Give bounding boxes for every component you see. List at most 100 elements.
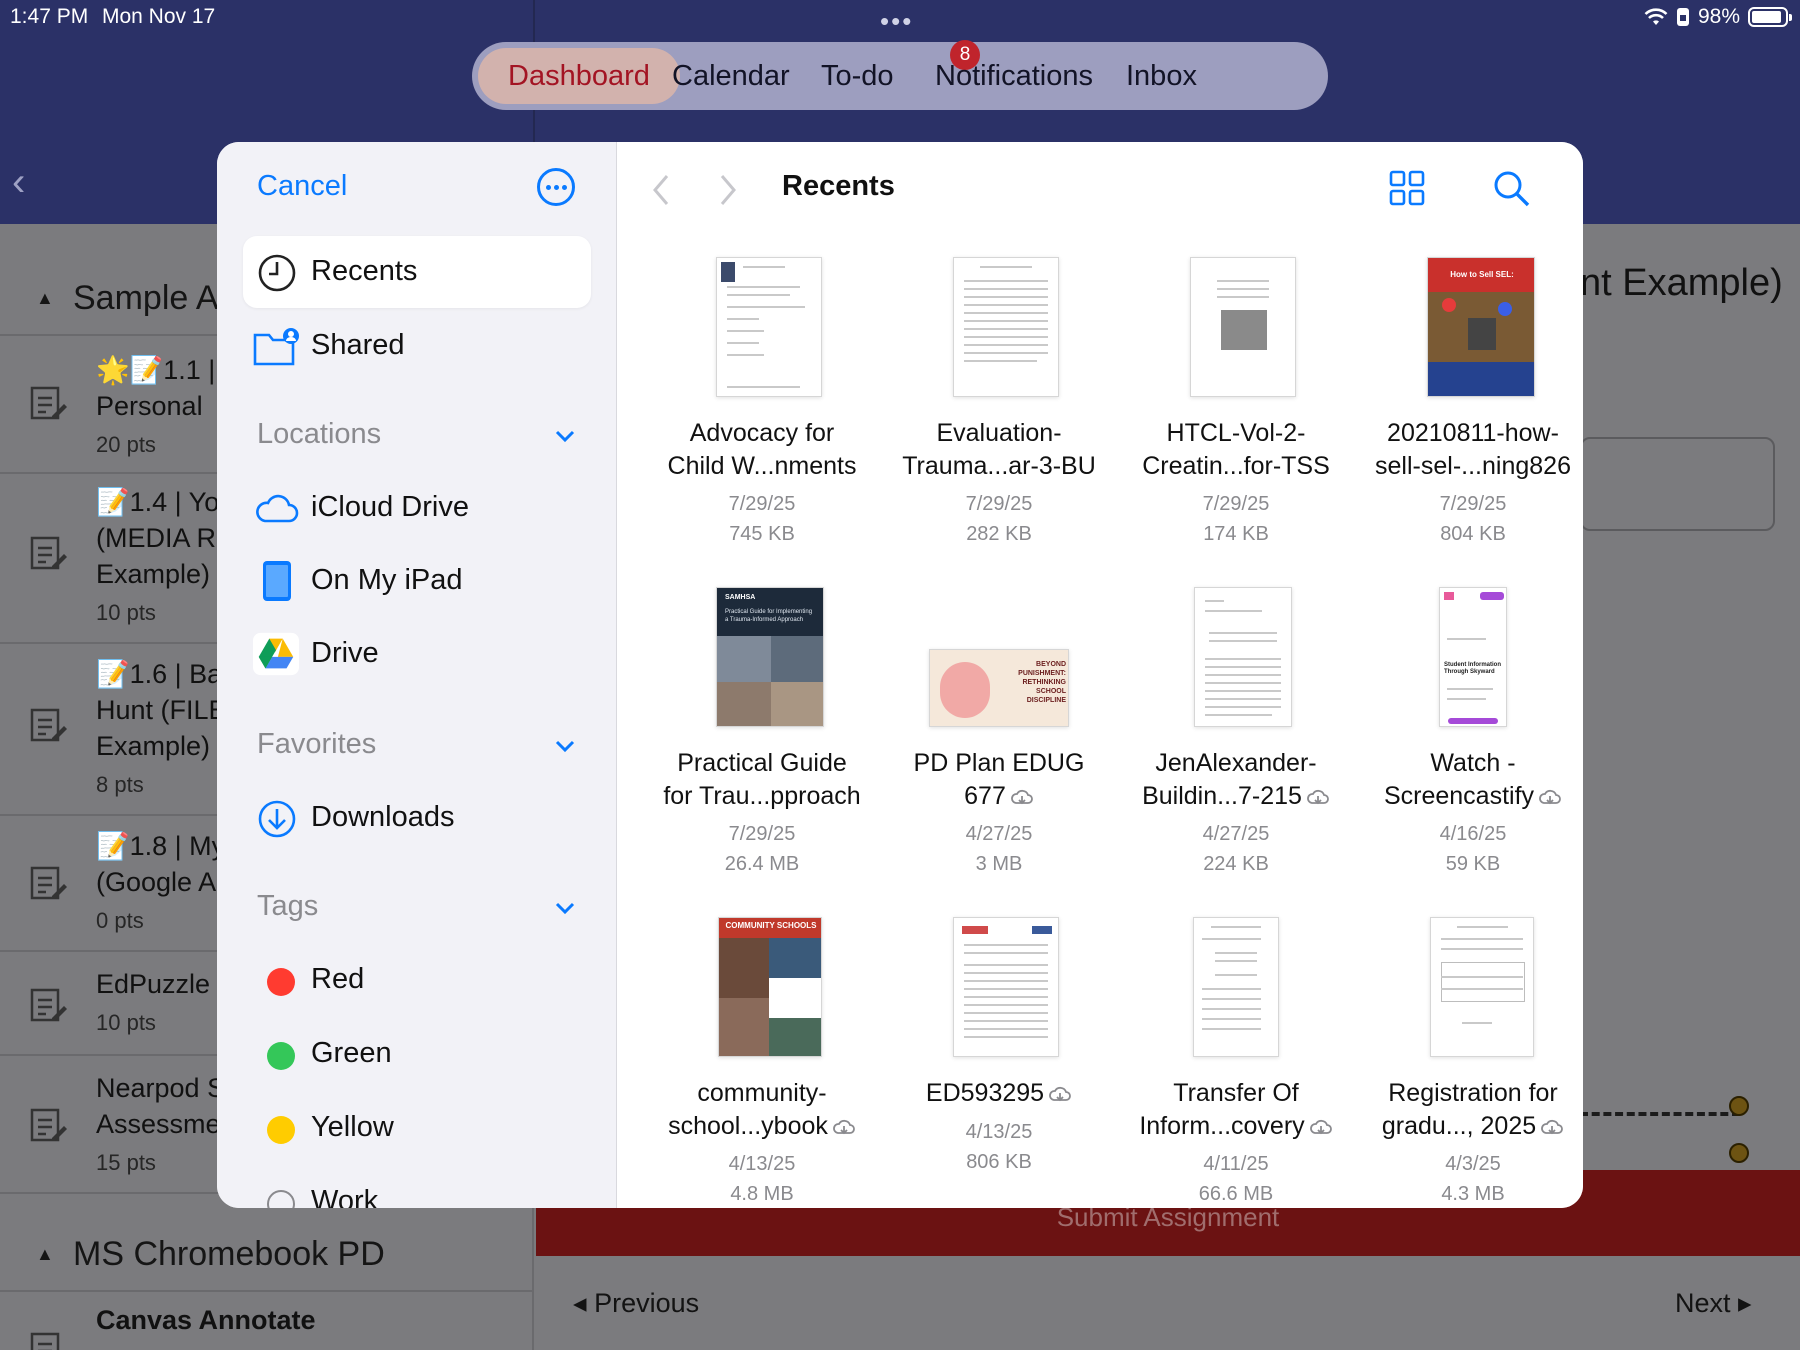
file-name: community-school...ybook <box>644 1077 880 1143</box>
red-tag-dot <box>267 968 295 996</box>
previous-button[interactable]: ◂ Previous <box>573 1288 699 1319</box>
document-thumbnail: COMMUNITY SCHOOLS <box>718 917 822 1057</box>
favorites-header: Favorites <box>257 728 377 760</box>
file-name: Advocacy for Child W...nments <box>667 419 857 480</box>
document-thumbnail <box>953 257 1059 397</box>
sidebar-item-tag-green[interactable]: Green <box>243 1018 591 1090</box>
location-title: Recents <box>782 170 895 202</box>
collapse-triangle-icon: ▲ <box>36 1244 54 1264</box>
chevron-down-icon[interactable] <box>553 424 577 448</box>
cancel-button[interactable]: Cancel <box>257 170 347 203</box>
file-name: ED593295 <box>881 1077 1117 1110</box>
file-size: 4.8 MB <box>730 1183 794 1205</box>
tab-inbox[interactable]: Inbox <box>1096 48 1227 104</box>
file-size: 806 KB <box>966 1151 1032 1173</box>
file-date: 4/13/25 <box>728 1153 796 1175</box>
tab-todo[interactable]: To-do <box>791 48 924 104</box>
grid-view-icon[interactable] <box>1387 168 1427 208</box>
file-date: 4/13/25 <box>965 1121 1033 1143</box>
assignment-icon <box>30 386 67 420</box>
lock-rotation-icon <box>1676 8 1689 26</box>
list-item[interactable]: Canvas Annotate <box>0 1292 534 1350</box>
file-name: Registration for gradu..., 2025 <box>1355 1077 1583 1143</box>
file-name: Watch - Screencastify <box>1355 747 1583 813</box>
submission-field[interactable] <box>1580 437 1775 531</box>
clock-icon <box>258 254 296 292</box>
assignment-icon <box>30 536 67 570</box>
file-name: Evaluation- Trauma...ar-3-BU <box>902 419 1096 480</box>
file-name: HTCL-Vol-2- Creatin...for-TSS <box>1142 419 1330 480</box>
file-date: 4/27/25 <box>965 823 1033 845</box>
sidebar-item-tag-red[interactable]: Red <box>243 944 591 1016</box>
sidebar-item-tag-yellow[interactable]: Yellow <box>243 1092 591 1164</box>
file-size: 26.4 MB <box>724 853 800 875</box>
back-arrow-icon[interactable] <box>647 172 677 208</box>
document-thumbnail: Student Information Through Skyward <box>1439 587 1507 727</box>
chevron-down-icon[interactable] <box>553 896 577 920</box>
file-size: 66.6 MB <box>1198 1183 1274 1205</box>
assignment-icon <box>30 1108 67 1142</box>
progress-dot <box>1729 1143 1749 1163</box>
tab-notifications[interactable]: Notifications <box>905 48 1123 104</box>
progress-dashed-line <box>1580 1112 1740 1116</box>
status-date: Mon Nov 17 <box>102 5 216 28</box>
forward-arrow-icon[interactable] <box>712 172 742 208</box>
cloud-download-icon <box>1010 790 1033 805</box>
assignment-icon <box>30 988 67 1022</box>
status-time: 1:47 PM <box>10 5 89 28</box>
sidebar-item-drive[interactable]: Drive <box>243 618 591 690</box>
cloud-download-icon <box>1541 1120 1564 1135</box>
document-thumbnail <box>1194 587 1292 727</box>
sidebar-item-on-my-ipad[interactable]: On My iPad <box>243 545 591 617</box>
cloud-download-icon <box>1539 790 1561 805</box>
file-date: 4/27/25 <box>1202 823 1270 845</box>
document-thumbnail <box>1193 917 1279 1057</box>
green-tag-dot <box>267 1042 295 1070</box>
file-size: 224 KB <box>1203 853 1269 875</box>
app-tab-bar: Dashboard Calendar To-do 8 Notifications… <box>472 40 1328 110</box>
multitask-dots-icon[interactable]: ••• <box>880 6 913 37</box>
file-size: 804 KB <box>1440 523 1506 545</box>
file-date: 7/29/25 <box>965 493 1033 515</box>
shared-folder-icon <box>253 328 299 366</box>
more-options-icon[interactable] <box>537 168 575 206</box>
document-thumbnail: BEYOND PUNISHMENT: RETHINKING SCHOOL DIS… <box>929 649 1069 727</box>
file-picker-modal: Cancel Recents Shared Locations iCloud D… <box>217 142 1583 1208</box>
file-date: 4/16/25 <box>1439 823 1507 845</box>
next-button[interactable]: Next ▸ <box>1675 1288 1752 1319</box>
document-thumbnail <box>1430 917 1534 1057</box>
assignment-title: nt Example) <box>1580 262 1783 304</box>
module-header-chromebook[interactable]: ▲ MS Chromebook PD <box>0 1222 534 1292</box>
collapse-triangle-icon: ▲ <box>36 288 54 308</box>
file-date: 7/29/25 <box>728 493 796 515</box>
sidebar-item-shared[interactable]: Shared <box>243 310 591 382</box>
wifi-icon <box>1644 8 1668 25</box>
cloud-download-icon <box>1309 1120 1332 1135</box>
assignment-icon <box>30 866 67 900</box>
sidebar-item-recents[interactable]: Recents <box>243 236 591 308</box>
chevron-down-icon[interactable] <box>553 734 577 758</box>
file-name: Practical Guide for Trau...pproach <box>663 749 861 810</box>
file-name: 20210811-how-sell-sel-...ning826 <box>1375 419 1571 480</box>
cloud-download-icon <box>1306 790 1329 805</box>
back-chevron-icon[interactable]: ‹ <box>12 160 25 205</box>
sidebar-item-icloud-drive[interactable]: iCloud Drive <box>243 472 591 544</box>
file-size: 3 MB <box>975 853 1023 875</box>
file-date: 7/29/25 <box>1202 493 1270 515</box>
sidebar-item-tag-work[interactable]: Work <box>243 1166 591 1208</box>
assignment-icon <box>30 708 67 742</box>
locations-header: Locations <box>257 418 382 450</box>
cloud-download-icon <box>1049 1087 1071 1102</box>
ipad-icon <box>263 561 291 601</box>
file-date: 7/29/25 <box>1439 493 1507 515</box>
cloud-icon <box>256 494 299 523</box>
file-size: 745 KB <box>729 523 795 545</box>
document-thumbnail: SAMHSA Practical Guide for Implementing … <box>716 587 824 727</box>
file-date: 7/29/25 <box>728 823 796 845</box>
assignment-icon <box>30 1332 60 1350</box>
search-icon[interactable] <box>1491 168 1531 208</box>
sidebar-item-downloads[interactable]: Downloads <box>243 782 591 854</box>
file-size: 282 KB <box>966 523 1032 545</box>
file-name: PD Plan EDUG 677 <box>913 749 1085 810</box>
file-date: 4/11/25 <box>1203 1153 1269 1175</box>
